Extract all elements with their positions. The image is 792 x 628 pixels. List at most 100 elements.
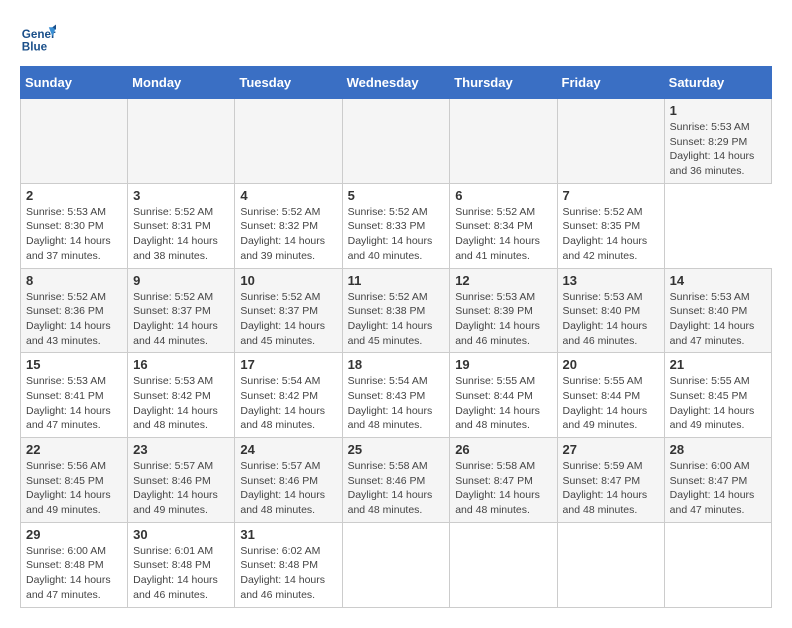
day-info: Sunrise: 5:53 AMSunset: 8:30 PMDaylight:… bbox=[26, 205, 122, 264]
day-info: Sunrise: 5:55 AMSunset: 8:44 PMDaylight:… bbox=[563, 374, 659, 433]
day-number: 25 bbox=[348, 442, 445, 457]
svg-text:Blue: Blue bbox=[22, 41, 48, 54]
cell-w5-d4: 26 Sunrise: 5:58 AMSunset: 8:47 PMDayligh… bbox=[450, 438, 557, 523]
header-tuesday: Tuesday bbox=[235, 67, 342, 99]
header-monday: Monday bbox=[128, 67, 235, 99]
calendar-table: SundayMondayTuesdayWednesdayThursdayFrid… bbox=[20, 66, 772, 608]
page-header: General Blue bbox=[20, 20, 772, 56]
day-info: Sunrise: 5:55 AMSunset: 8:44 PMDaylight:… bbox=[455, 374, 551, 433]
day-number: 30 bbox=[133, 527, 229, 542]
day-number: 21 bbox=[670, 357, 766, 372]
day-info: Sunrise: 5:52 AMSunset: 8:38 PMDaylight:… bbox=[348, 290, 445, 349]
cell-w3-d6: 14 Sunrise: 5:53 AMSunset: 8:40 PMDayligh… bbox=[664, 268, 771, 353]
cell-w5-d0: 22 Sunrise: 5:56 AMSunset: 8:45 PMDayligh… bbox=[21, 438, 128, 523]
cell-w1-d3 bbox=[342, 99, 450, 184]
day-info: Sunrise: 5:52 AMSunset: 8:36 PMDaylight:… bbox=[26, 290, 122, 349]
day-number: 13 bbox=[563, 273, 659, 288]
day-number: 22 bbox=[26, 442, 122, 457]
cell-w5-d6: 28 Sunrise: 6:00 AMSunset: 8:47 PMDayligh… bbox=[664, 438, 771, 523]
cell-w2-d4: 6 Sunrise: 5:52 AMSunset: 8:34 PMDaylight… bbox=[450, 183, 557, 268]
day-info: Sunrise: 5:53 AMSunset: 8:39 PMDaylight:… bbox=[455, 290, 551, 349]
day-number: 27 bbox=[563, 442, 659, 457]
cell-w6-d2: 31Sunrise: 6:02 AMSunset: 8:48 PMDayligh… bbox=[235, 522, 342, 607]
header-sunday: Sunday bbox=[21, 67, 128, 99]
day-info: Sunrise: 5:53 AMSunset: 8:42 PMDaylight:… bbox=[133, 374, 229, 433]
day-number: 5 bbox=[348, 188, 445, 203]
day-number: 2 bbox=[26, 188, 122, 203]
day-number: 1 bbox=[670, 103, 766, 118]
cell-w3-d2: 10Sunrise: 5:52 AMSunset: 8:37 PMDayligh… bbox=[235, 268, 342, 353]
day-number: 14 bbox=[670, 273, 766, 288]
cell-w6-d6 bbox=[664, 522, 771, 607]
day-info: Sunrise: 5:53 AMSunset: 8:41 PMDaylight:… bbox=[26, 374, 122, 433]
week-row-6: 29Sunrise: 6:00 AMSunset: 8:48 PMDayligh… bbox=[21, 522, 772, 607]
cell-w2-d0: 2 Sunrise: 5:53 AMSunset: 8:30 PMDaylight… bbox=[21, 183, 128, 268]
day-number: 6 bbox=[455, 188, 551, 203]
cell-w3-d4: 12 Sunrise: 5:53 AMSunset: 8:39 PMDayligh… bbox=[450, 268, 557, 353]
day-info: Sunrise: 5:58 AMSunset: 8:46 PMDaylight:… bbox=[348, 459, 445, 518]
cell-w4-d1: 16Sunrise: 5:53 AMSunset: 8:42 PMDayligh… bbox=[128, 353, 235, 438]
cell-w4-d5: 20 Sunrise: 5:55 AMSunset: 8:44 PMDayligh… bbox=[557, 353, 664, 438]
day-number: 11 bbox=[348, 273, 445, 288]
cell-w1-d2 bbox=[235, 99, 342, 184]
cell-w1-d4 bbox=[450, 99, 557, 184]
cell-w4-d4: 19Sunrise: 5:55 AMSunset: 8:44 PMDayligh… bbox=[450, 353, 557, 438]
day-info: Sunrise: 5:53 AMSunset: 8:29 PMDaylight:… bbox=[670, 120, 766, 179]
week-row-1: 1 Sunrise: 5:53 AMSunset: 8:29 PMDaylight… bbox=[21, 99, 772, 184]
day-info: Sunrise: 6:01 AMSunset: 8:48 PMDaylight:… bbox=[133, 544, 229, 603]
day-info: Sunrise: 5:53 AMSunset: 8:40 PMDaylight:… bbox=[563, 290, 659, 349]
day-number: 8 bbox=[26, 273, 122, 288]
day-number: 23 bbox=[133, 442, 229, 457]
header-wednesday: Wednesday bbox=[342, 67, 450, 99]
day-info: Sunrise: 5:55 AMSunset: 8:45 PMDaylight:… bbox=[670, 374, 766, 433]
header-friday: Friday bbox=[557, 67, 664, 99]
cell-w5-d5: 27 Sunrise: 5:59 AMSunset: 8:47 PMDayligh… bbox=[557, 438, 664, 523]
day-number: 4 bbox=[240, 188, 336, 203]
header-row: SundayMondayTuesdayWednesdayThursdayFrid… bbox=[21, 67, 772, 99]
day-number: 15 bbox=[26, 357, 122, 372]
header-thursday: Thursday bbox=[450, 67, 557, 99]
cell-w6-d1: 30 Sunrise: 6:01 AMSunset: 8:48 PMDayligh… bbox=[128, 522, 235, 607]
day-info: Sunrise: 6:00 AMSunset: 8:47 PMDaylight:… bbox=[670, 459, 766, 518]
logo-icon: General Blue bbox=[20, 20, 56, 56]
day-info: Sunrise: 5:52 AMSunset: 8:31 PMDaylight:… bbox=[133, 205, 229, 264]
day-info: Sunrise: 5:59 AMSunset: 8:47 PMDaylight:… bbox=[563, 459, 659, 518]
day-number: 12 bbox=[455, 273, 551, 288]
cell-w6-d3 bbox=[342, 522, 450, 607]
day-number: 28 bbox=[670, 442, 766, 457]
day-info: Sunrise: 5:52 AMSunset: 8:32 PMDaylight:… bbox=[240, 205, 336, 264]
cell-w5-d3: 25 Sunrise: 5:58 AMSunset: 8:46 PMDayligh… bbox=[342, 438, 450, 523]
day-info: Sunrise: 5:57 AMSunset: 8:46 PMDaylight:… bbox=[133, 459, 229, 518]
day-number: 17 bbox=[240, 357, 336, 372]
cell-w6-d0: 29Sunrise: 6:00 AMSunset: 8:48 PMDayligh… bbox=[21, 522, 128, 607]
cell-w2-d5: 7 Sunrise: 5:52 AMSunset: 8:35 PMDaylight… bbox=[557, 183, 664, 268]
day-info: Sunrise: 5:53 AMSunset: 8:40 PMDaylight:… bbox=[670, 290, 766, 349]
day-info: Sunrise: 5:52 AMSunset: 8:34 PMDaylight:… bbox=[455, 205, 551, 264]
cell-w3-d1: 9Sunrise: 5:52 AMSunset: 8:37 PMDaylight… bbox=[128, 268, 235, 353]
day-number: 7 bbox=[563, 188, 659, 203]
day-number: 29 bbox=[26, 527, 122, 542]
cell-w3-d3: 11 Sunrise: 5:52 AMSunset: 8:38 PMDayligh… bbox=[342, 268, 450, 353]
day-number: 26 bbox=[455, 442, 551, 457]
week-row-5: 22 Sunrise: 5:56 AMSunset: 8:45 PMDayligh… bbox=[21, 438, 772, 523]
cell-w2-d2: 4 Sunrise: 5:52 AMSunset: 8:32 PMDaylight… bbox=[235, 183, 342, 268]
cell-w5-d1: 23 Sunrise: 5:57 AMSunset: 8:46 PMDayligh… bbox=[128, 438, 235, 523]
cell-w1-d5 bbox=[557, 99, 664, 184]
day-number: 20 bbox=[563, 357, 659, 372]
day-info: Sunrise: 5:56 AMSunset: 8:45 PMDaylight:… bbox=[26, 459, 122, 518]
cell-w3-d0: 8 Sunrise: 5:52 AMSunset: 8:36 PMDaylight… bbox=[21, 268, 128, 353]
cell-w3-d5: 13 Sunrise: 5:53 AMSunset: 8:40 PMDayligh… bbox=[557, 268, 664, 353]
day-info: Sunrise: 5:52 AMSunset: 8:35 PMDaylight:… bbox=[563, 205, 659, 264]
cell-w5-d2: 24 Sunrise: 5:57 AMSunset: 8:46 PMDayligh… bbox=[235, 438, 342, 523]
day-info: Sunrise: 5:57 AMSunset: 8:46 PMDaylight:… bbox=[240, 459, 336, 518]
week-row-3: 8 Sunrise: 5:52 AMSunset: 8:36 PMDaylight… bbox=[21, 268, 772, 353]
cell-w4-d6: 21 Sunrise: 5:55 AMSunset: 8:45 PMDayligh… bbox=[664, 353, 771, 438]
day-info: Sunrise: 5:52 AMSunset: 8:37 PMDaylight:… bbox=[240, 290, 336, 349]
header-saturday: Saturday bbox=[664, 67, 771, 99]
day-info: Sunrise: 6:02 AMSunset: 8:48 PMDaylight:… bbox=[240, 544, 336, 603]
cell-w6-d5 bbox=[557, 522, 664, 607]
day-number: 3 bbox=[133, 188, 229, 203]
day-info: Sunrise: 5:58 AMSunset: 8:47 PMDaylight:… bbox=[455, 459, 551, 518]
day-number: 24 bbox=[240, 442, 336, 457]
day-info: Sunrise: 5:54 AMSunset: 8:42 PMDaylight:… bbox=[240, 374, 336, 433]
